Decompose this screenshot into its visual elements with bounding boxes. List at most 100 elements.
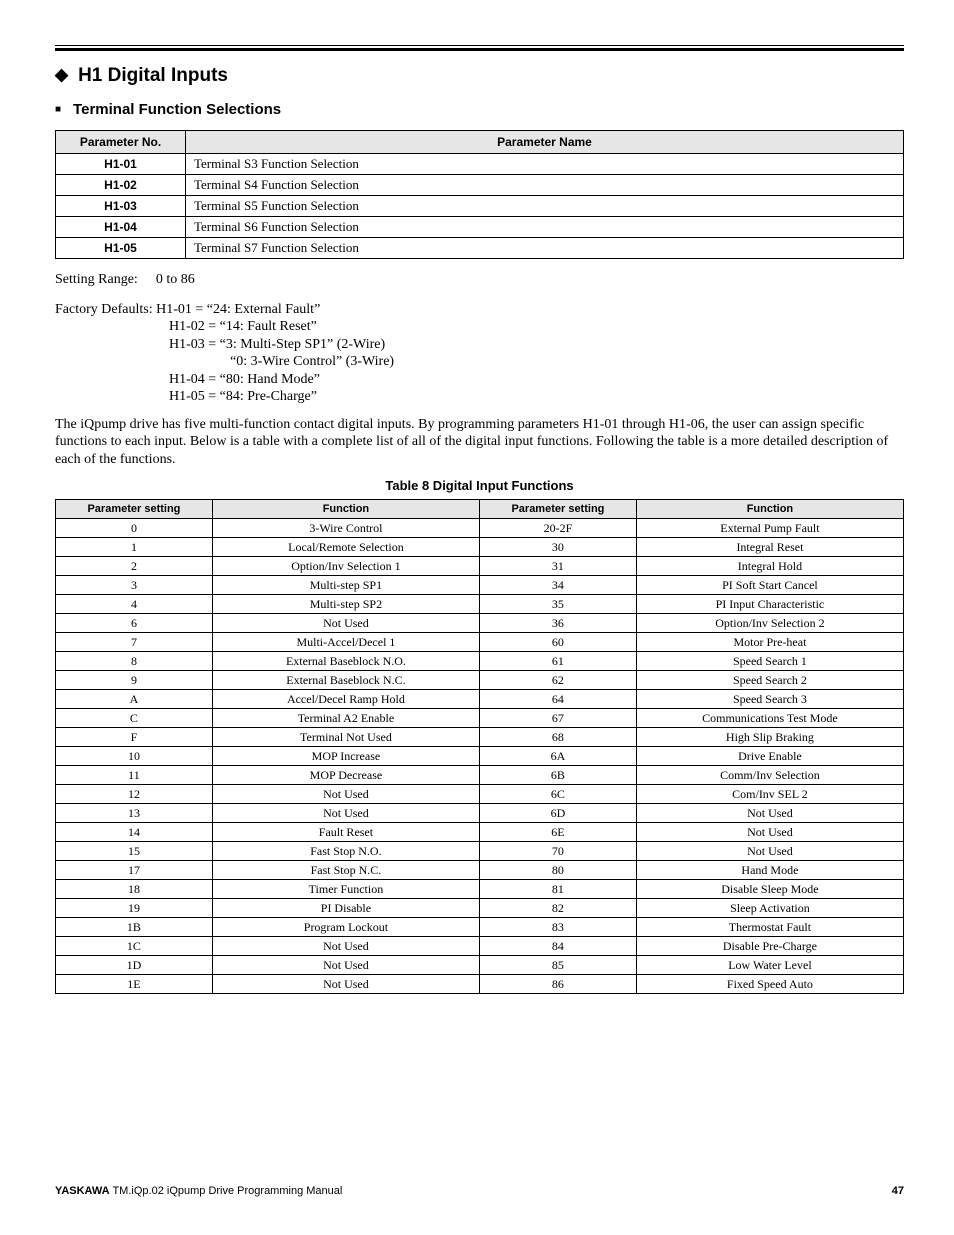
func-cell: Not Used [212, 614, 479, 633]
func-cell: 6D [479, 804, 636, 823]
function-table: Parameter setting Function Parameter set… [55, 499, 904, 994]
param-no: H1-02 [56, 175, 186, 196]
func-cell: Timer Function [212, 880, 479, 899]
param-header-name: Parameter Name [186, 131, 904, 154]
func-cell: Sleep Activation [636, 899, 903, 918]
func-cell: Fast Stop N.C. [212, 861, 479, 880]
func-cell: MOP Decrease [212, 766, 479, 785]
func-cell: Multi-step SP2 [212, 595, 479, 614]
func-cell: 8 [56, 652, 213, 671]
func-cell: PI Soft Start Cancel [636, 576, 903, 595]
func-cell: 1B [56, 918, 213, 937]
rule-thick [55, 48, 904, 51]
func-cell: 34 [479, 576, 636, 595]
square-icon: ■ [55, 104, 61, 115]
table-row: 7Multi-Accel/Decel 160Motor Pre-heat [56, 633, 904, 652]
table-row: FTerminal Not Used68High Slip Braking [56, 728, 904, 747]
func-cell: Not Used [636, 804, 903, 823]
func-cell: 11 [56, 766, 213, 785]
func-cell: 9 [56, 671, 213, 690]
func-cell: C [56, 709, 213, 728]
func-header: Function [636, 500, 903, 519]
table-row: 15Fast Stop N.O.70Not Used [56, 842, 904, 861]
func-cell: 85 [479, 956, 636, 975]
func-cell: 6E [479, 823, 636, 842]
func-cell: Com/Inv SEL 2 [636, 785, 903, 804]
table-row: 1BProgram Lockout83Thermostat Fault [56, 918, 904, 937]
func-cell: 7 [56, 633, 213, 652]
func-cell: Not Used [636, 823, 903, 842]
func-cell: Communications Test Mode [636, 709, 903, 728]
table-row: 03-Wire Control20-2FExternal Pump Fault [56, 519, 904, 538]
func-cell: Motor Pre-heat [636, 633, 903, 652]
subsection-title: ■Terminal Function Selections [55, 101, 904, 118]
func-cell: 18 [56, 880, 213, 899]
func-cell: Option/Inv Selection 2 [636, 614, 903, 633]
func-cell: High Slip Braking [636, 728, 903, 747]
setting-range-value: 0 to 86 [156, 272, 195, 287]
func-cell: Option/Inv Selection 1 [212, 557, 479, 576]
func-cell: 60 [479, 633, 636, 652]
func-cell: Disable Pre-Charge [636, 937, 903, 956]
table-row: 1Local/Remote Selection30Integral Reset [56, 538, 904, 557]
func-cell: 6 [56, 614, 213, 633]
factory-default-subline: “0: 3-Wire Control” (3-Wire) [55, 353, 904, 371]
table-row: 4Multi-step SP235PI Input Characteristic [56, 595, 904, 614]
table-row: H1-03Terminal S5 Function Selection [56, 196, 904, 217]
func-cell: Integral Hold [636, 557, 903, 576]
table-row: 8External Baseblock N.O.61Speed Search 1 [56, 652, 904, 671]
rule-thin [55, 45, 904, 46]
factory-defaults: Factory Defaults: H1-01 = “24: External … [55, 301, 904, 406]
section-title-text: H1 Digital Inputs [78, 65, 228, 86]
func-cell: 81 [479, 880, 636, 899]
factory-default-line: H1-05 = “84: Pre-Charge” [55, 388, 904, 406]
param-no: H1-01 [56, 154, 186, 175]
func-cell: 30 [479, 538, 636, 557]
func-cell: Disable Sleep Mode [636, 880, 903, 899]
func-cell: Fixed Speed Auto [636, 975, 903, 994]
func-cell: 6B [479, 766, 636, 785]
footer-doc: TM.iQp.02 iQpump Drive Programming Manua… [110, 1185, 343, 1197]
table-row: 12Not Used6CCom/Inv SEL 2 [56, 785, 904, 804]
func-cell: Low Water Level [636, 956, 903, 975]
func-cell: Not Used [212, 975, 479, 994]
func-cell: External Pump Fault [636, 519, 903, 538]
func-cell: 64 [479, 690, 636, 709]
table-row: AAccel/Decel Ramp Hold64Speed Search 3 [56, 690, 904, 709]
func-cell: Local/Remote Selection [212, 538, 479, 557]
func-header: Parameter setting [479, 500, 636, 519]
table-row: 6Not Used36Option/Inv Selection 2 [56, 614, 904, 633]
func-cell: 0 [56, 519, 213, 538]
param-name: Terminal S6 Function Selection [186, 217, 904, 238]
param-no: H1-03 [56, 196, 186, 217]
func-cell: PI Disable [212, 899, 479, 918]
func-cell: 1E [56, 975, 213, 994]
param-name: Terminal S4 Function Selection [186, 175, 904, 196]
func-cell: Thermostat Fault [636, 918, 903, 937]
func-cell: Not Used [636, 842, 903, 861]
func-cell: Hand Mode [636, 861, 903, 880]
setting-range: Setting Range:0 to 86 [55, 271, 904, 289]
func-cell: Fast Stop N.O. [212, 842, 479, 861]
func-cell: 2 [56, 557, 213, 576]
func-cell: Multi-Accel/Decel 1 [212, 633, 479, 652]
param-no: H1-05 [56, 238, 186, 259]
param-name: Terminal S7 Function Selection [186, 238, 904, 259]
table-row: 14Fault Reset6ENot Used [56, 823, 904, 842]
func-cell: Drive Enable [636, 747, 903, 766]
func-cell: 68 [479, 728, 636, 747]
func-cell: Multi-step SP1 [212, 576, 479, 595]
param-name: Terminal S3 Function Selection [186, 154, 904, 175]
factory-defaults-label: Factory Defaults: [55, 301, 153, 319]
table-row: 19PI Disable82Sleep Activation [56, 899, 904, 918]
func-header: Function [212, 500, 479, 519]
func-cell: 3-Wire Control [212, 519, 479, 538]
func-cell: 62 [479, 671, 636, 690]
func-cell: 86 [479, 975, 636, 994]
factory-default-line: H1-02 = “14: Fault Reset” [55, 318, 904, 336]
table-row: H1-04Terminal S6 Function Selection [56, 217, 904, 238]
table-row: 11MOP Decrease6BComm/Inv Selection [56, 766, 904, 785]
page-footer: YASKAWA TM.iQp.02 iQpump Drive Programmi… [55, 1185, 904, 1197]
table-row: 1CNot Used84Disable Pre-Charge [56, 937, 904, 956]
table-caption: Table 8 Digital Input Functions [55, 478, 904, 493]
